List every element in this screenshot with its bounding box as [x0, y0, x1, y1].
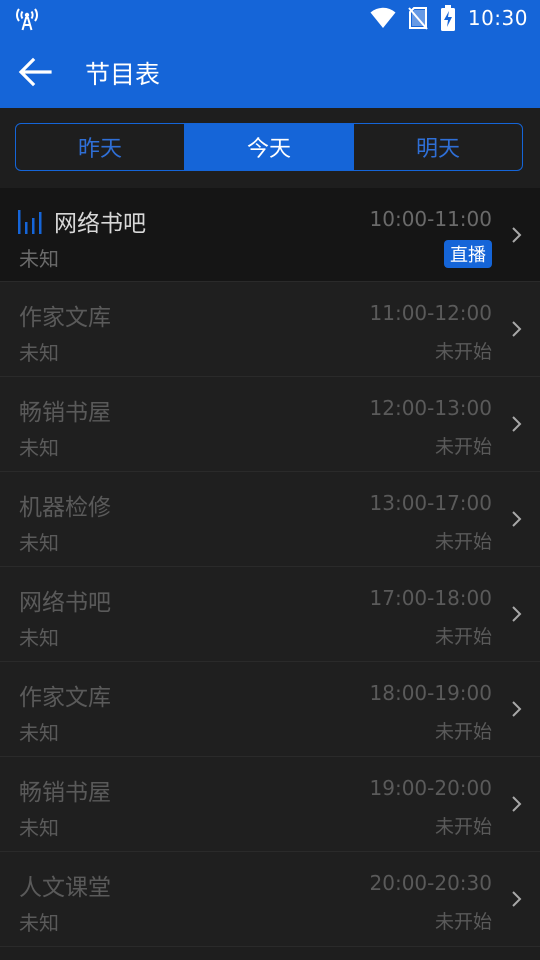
program-row[interactable]: 畅销书屋 未知 19:00-20:00 未开始 — [0, 757, 540, 852]
app-screen: 10:30 节目表 昨天 今天 明天 网络书吧 未知 10:00-11:00 直… — [0, 0, 540, 960]
chevron-right-icon — [512, 511, 522, 527]
program-row[interactable]: 网络书吧 未知 10:00-11:00 直播 — [0, 188, 540, 282]
now-playing-bars-icon — [18, 210, 42, 234]
program-status: 未开始 — [434, 531, 492, 553]
tab-yesterday[interactable]: 昨天 — [16, 124, 185, 170]
program-host: 未知 — [19, 436, 59, 460]
program-status: 未开始 — [434, 341, 492, 363]
program-status: 未开始 — [434, 626, 492, 648]
chevron-right-icon — [512, 321, 522, 337]
chevron-right-icon — [512, 701, 522, 717]
status-bar: 10:30 — [0, 0, 540, 36]
program-host: 未知 — [19, 626, 59, 650]
status-icons: 10:30 — [370, 0, 528, 36]
chevron-right-icon — [512, 416, 522, 432]
chevron-right-icon — [512, 227, 522, 243]
program-time: 13:00-17:00 — [369, 491, 493, 515]
program-time: 19:00-20:00 — [369, 776, 493, 800]
day-tabs: 昨天 今天 明天 — [15, 123, 523, 171]
tab-tomorrow[interactable]: 明天 — [354, 124, 522, 170]
battery-charging-icon — [440, 5, 455, 31]
broadcast-antenna-icon — [16, 8, 38, 31]
program-row[interactable]: 网络书吧 未知 17:00-18:00 未开始 — [0, 567, 540, 662]
program-row[interactable]: 作家文库 未知 18:00-19:00 未开始 — [0, 662, 540, 757]
program-row[interactable]: 人文课堂 未知 20:00-20:30 未开始 — [0, 852, 540, 947]
program-time: 17:00-18:00 — [369, 586, 493, 610]
program-host: 未知 — [19, 816, 59, 840]
chevron-right-icon — [512, 891, 522, 907]
program-name: 畅销书屋 — [19, 400, 111, 426]
program-row[interactable]: 机器检修 未知 13:00-17:00 未开始 — [0, 472, 540, 567]
program-host: 未知 — [19, 247, 59, 271]
program-status: 未开始 — [434, 436, 492, 458]
program-host: 未知 — [19, 911, 59, 935]
tab-today[interactable]: 今天 — [185, 124, 354, 170]
program-time: 20:00-20:30 — [369, 871, 493, 895]
page-title: 节目表 — [85, 60, 161, 89]
program-name: 网络书吧 — [54, 211, 146, 237]
program-time: 18:00-19:00 — [369, 681, 493, 705]
app-bar: 节目表 — [0, 36, 540, 108]
status-time: 10:30 — [467, 6, 528, 30]
program-list: 网络书吧 未知 10:00-11:00 直播 作家文库 未知 11:00-12:… — [0, 188, 540, 947]
no-sim-icon — [408, 7, 428, 30]
program-time: 12:00-13:00 — [369, 396, 493, 420]
live-badge: 直播 — [444, 240, 492, 268]
program-name: 人文课堂 — [19, 875, 111, 901]
program-time: 11:00-12:00 — [369, 301, 493, 325]
program-status: 未开始 — [434, 816, 492, 838]
arrow-left-icon[interactable] — [18, 56, 52, 88]
program-row[interactable]: 畅销书屋 未知 12:00-13:00 未开始 — [0, 377, 540, 472]
program-host: 未知 — [19, 341, 59, 365]
program-status: 未开始 — [434, 721, 492, 743]
program-name: 畅销书屋 — [19, 780, 111, 806]
program-host: 未知 — [19, 531, 59, 555]
wifi-icon — [370, 7, 396, 29]
chevron-right-icon — [512, 796, 522, 812]
program-name: 网络书吧 — [19, 590, 111, 616]
program-status: 未开始 — [434, 911, 492, 933]
program-host: 未知 — [19, 721, 59, 745]
program-name: 作家文库 — [19, 685, 111, 711]
program-row[interactable]: 作家文库 未知 11:00-12:00 未开始 — [0, 282, 540, 377]
chevron-right-icon — [512, 606, 522, 622]
program-name: 作家文库 — [19, 305, 111, 331]
program-name: 机器检修 — [19, 495, 111, 521]
program-time: 10:00-11:00 — [369, 207, 493, 231]
